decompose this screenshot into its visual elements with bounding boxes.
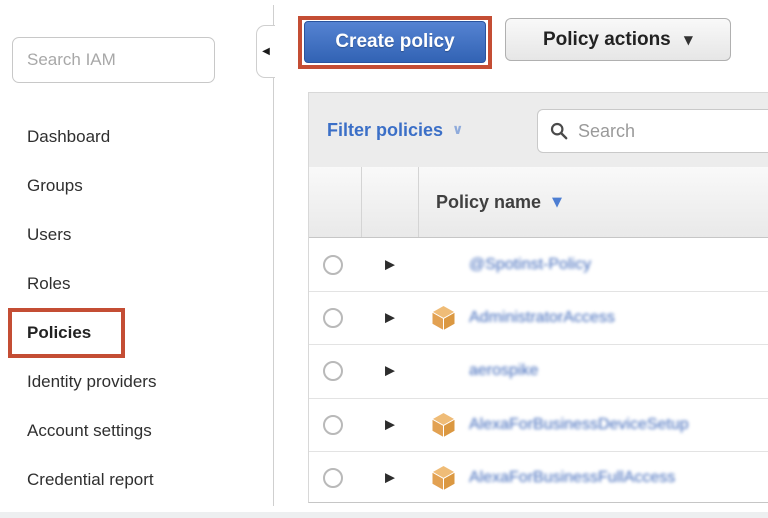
expand-row-icon[interactable]: ▶ [385, 471, 395, 484]
table-row: ▶ @Spotinst-Policy [309, 238, 768, 291]
row-radio-button[interactable] [323, 308, 343, 328]
policy-name-link[interactable]: aerospike [469, 362, 538, 380]
expand-row-icon[interactable]: ▶ [385, 312, 395, 325]
row-radio-button[interactable] [323, 415, 343, 435]
policy-icon [431, 411, 456, 438]
policy-search-input[interactable] [576, 120, 768, 143]
create-policy-button[interactable]: Create policy [304, 21, 486, 63]
policy-name-header-label: Policy name [436, 192, 541, 213]
policy-actions-label: Policy actions [543, 29, 671, 51]
policy-name-link[interactable]: AlexaForBusinessFullAccess [469, 469, 675, 487]
policy-icon [431, 305, 456, 332]
sidebar-item-identity-providers[interactable]: Identity providers [27, 357, 156, 406]
column-divider [361, 167, 362, 237]
policy-icon [431, 464, 456, 491]
search-icon [550, 122, 568, 140]
policy-name-link[interactable]: @Spotinst-Policy [469, 256, 591, 274]
iam-console-page: Dashboard Groups Users Roles Policies Id… [0, 0, 768, 518]
filter-policies-dropdown[interactable]: Filter policies ∨ [327, 120, 463, 141]
sidebar-item-policies[interactable]: Policies [27, 308, 156, 357]
sidebar-item-credential-report[interactable]: Credential report [27, 455, 156, 504]
column-divider [418, 167, 419, 237]
sidebar-item-dashboard[interactable]: Dashboard [27, 112, 156, 161]
policy-rows: ▶ @Spotinst-Policy ▶ AdministratorAccess [309, 238, 768, 503]
row-radio-button[interactable] [323, 468, 343, 488]
policy-search-box[interactable] [537, 109, 768, 153]
filter-bar: Filter policies ∨ [309, 93, 768, 167]
policy-name-link[interactable]: AdministratorAccess [469, 309, 615, 327]
collapse-sidebar-icon: ◀ [262, 46, 270, 57]
page-footer-strip [0, 512, 768, 518]
sidebar-item-account-settings[interactable]: Account settings [27, 406, 156, 455]
expand-row-icon[interactable]: ▶ [385, 258, 395, 271]
policy-name-link[interactable]: AlexaForBusinessDeviceSetup [469, 416, 689, 434]
sidebar-item-users[interactable]: Users [27, 210, 156, 259]
sidebar-collapse-handle[interactable]: ◀ [256, 25, 275, 78]
expand-row-icon[interactable]: ▶ [385, 418, 395, 431]
sidebar-nav: Dashboard Groups Users Roles Policies Id… [27, 112, 156, 504]
sidebar-item-groups[interactable]: Groups [27, 161, 156, 210]
table-header: Policy name ▼ [309, 167, 768, 238]
table-row: ▶ aerospike [309, 344, 768, 397]
row-radio-button[interactable] [323, 255, 343, 275]
chevron-down-icon: ∨ [452, 122, 463, 138]
expand-row-icon[interactable]: ▶ [385, 365, 395, 378]
table-row: ▶ AdministratorAccess [309, 291, 768, 344]
policy-name-column-header[interactable]: Policy name ▼ [436, 167, 562, 237]
filter-policies-label: Filter policies [327, 120, 443, 141]
policy-actions-button[interactable]: Policy actions ▼ [505, 18, 731, 61]
chevron-down-icon: ▼ [684, 33, 693, 47]
policies-panel: Filter policies ∨ Policy name ▼ [308, 92, 768, 503]
row-radio-button[interactable] [323, 361, 343, 381]
sidebar-divider [273, 5, 274, 506]
sidebar-item-roles[interactable]: Roles [27, 259, 156, 308]
search-iam-input[interactable] [12, 37, 215, 83]
sort-caret-icon: ▼ [552, 195, 562, 210]
table-row: ▶ AlexaForBusinessFullAccess [309, 451, 768, 503]
table-row: ▶ AlexaForBusinessDeviceSetup [309, 398, 768, 451]
